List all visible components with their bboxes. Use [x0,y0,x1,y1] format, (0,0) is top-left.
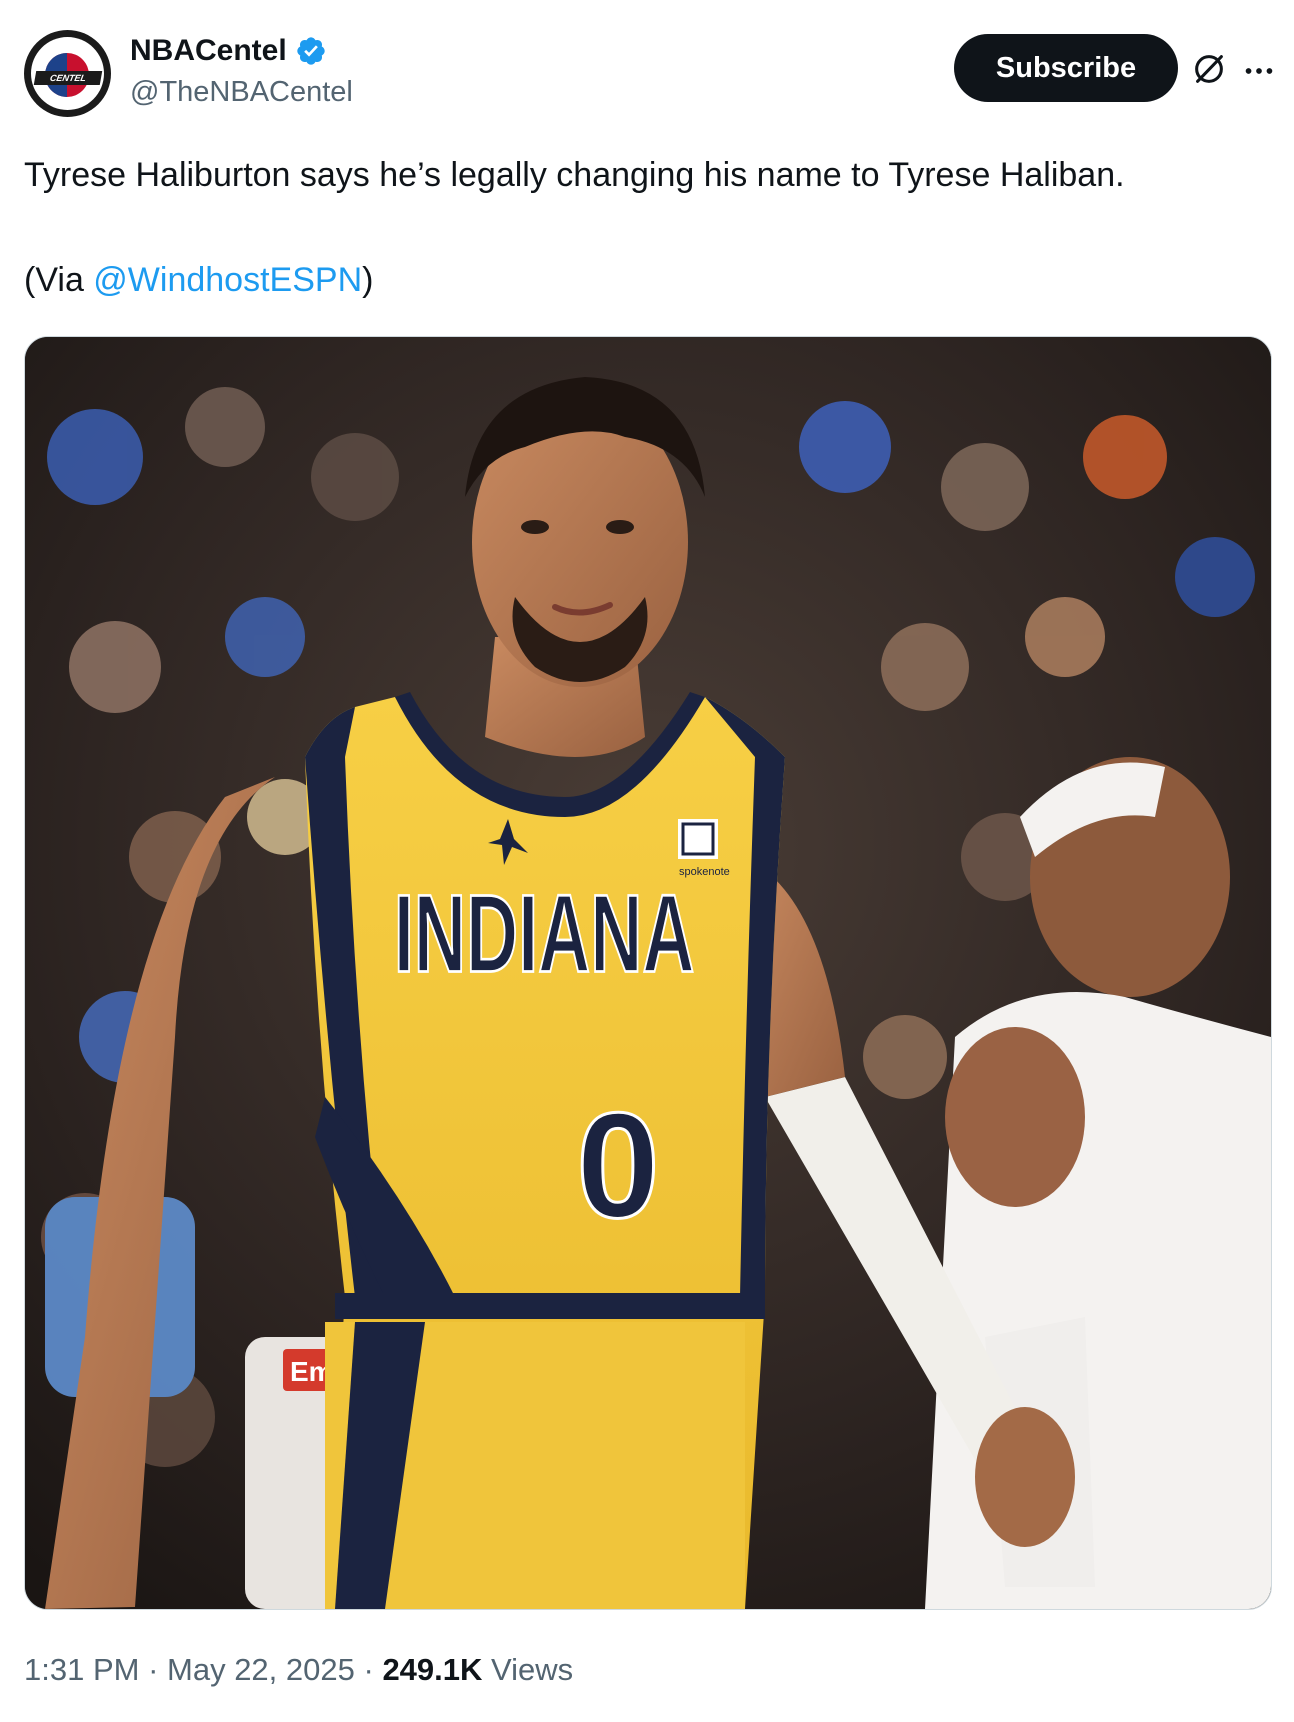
author-handle[interactable]: @TheNBACentel [130,76,353,109]
tweet-via-line: (Via @WindhostESPN) [24,257,373,303]
more-icon[interactable] [1240,52,1278,90]
tweet-photo[interactable]: Em INDIANA 0 spokenote [24,336,1272,1610]
tweet-time[interactable]: 1:31 PM [24,1652,139,1687]
verified-badge-icon [297,37,325,65]
via-suffix: ) [362,261,374,299]
tweet-header: CENTEL NBACentel @TheNBACentel Subscribe [24,30,1273,120]
meta-separator: · [139,1652,168,1687]
author-name-row[interactable]: NBACentel [130,34,327,68]
grok-icon[interactable] [1190,50,1228,88]
meta-separator-2: · [354,1652,383,1687]
views-label: Views [482,1652,574,1687]
via-prefix: (Via [24,261,94,299]
player-photo-illustration: Em INDIANA 0 spokenote [25,337,1271,1609]
tweet-date[interactable]: May 22, 2025 [167,1652,355,1687]
tweet-timestamp-row: 1:31 PM · May 22, 2025 · 249.1K Views [24,1652,573,1688]
sponsor-text: spokenote [679,866,730,878]
avatar[interactable]: CENTEL [24,30,111,117]
author-display-name[interactable]: NBACentel [130,34,287,68]
jersey-text: INDIANA [394,871,695,995]
tweet-text: Tyrese Haliburton says he’s legally chan… [24,156,1125,194]
subscribe-button[interactable]: Subscribe [954,34,1178,102]
avatar-logo: CENTEL [31,37,104,110]
jersey-number: 0 [576,1081,659,1249]
mention-link[interactable]: @WindhostESPN [93,261,362,299]
views-count: 249.1K [382,1652,483,1687]
avatar-logo-text: CENTEL [33,71,103,85]
